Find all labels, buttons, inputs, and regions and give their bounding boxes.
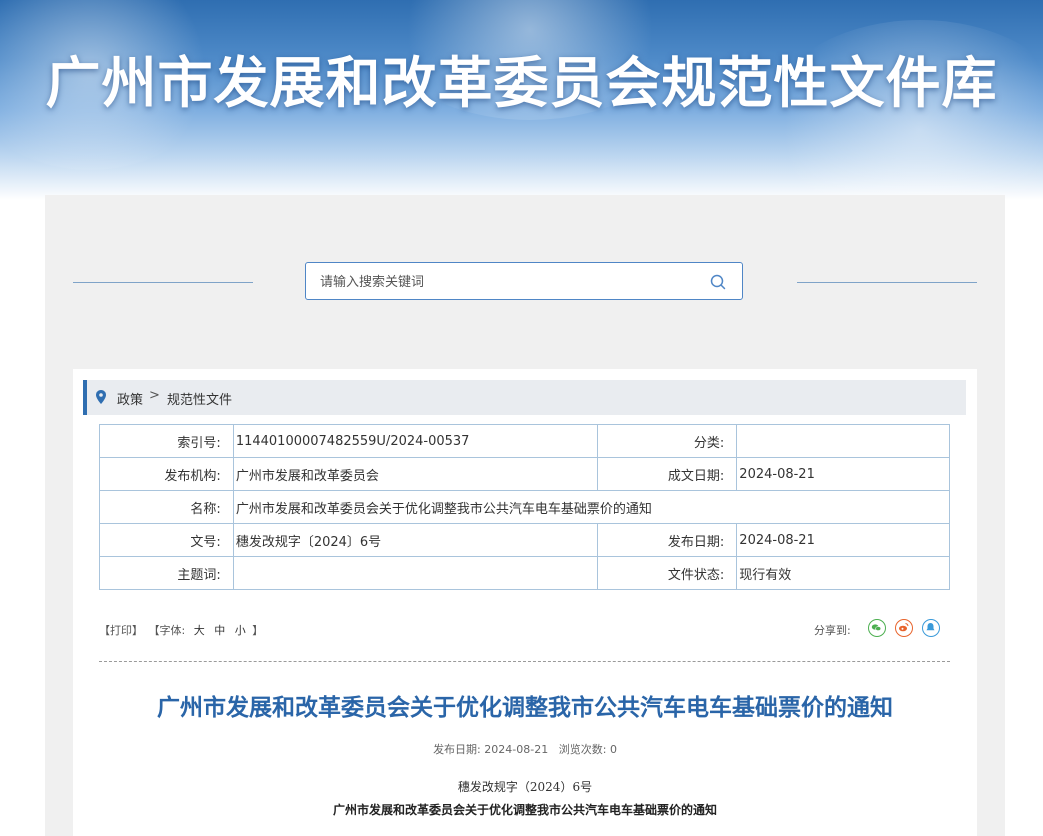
doc-number-label: 文号: <box>99 523 234 557</box>
meta-date-label: 发布日期: <box>433 743 481 756</box>
search-icon[interactable] <box>710 274 726 290</box>
issuer-label: 发布机构: <box>99 457 234 491</box>
category-value <box>736 424 950 458</box>
location-pin-icon <box>96 390 106 404</box>
subject-value <box>232 556 598 590</box>
table-row: 主题词: 文件状态: 现行有效 <box>99 556 950 590</box>
doc-number-value: 穗发改规字〔2024〕6号 <box>232 523 598 557</box>
breadcrumb-policy[interactable]: 政策 <box>117 389 143 408</box>
category-label: 分类: <box>596 424 738 458</box>
header-banner: 广州市发展和改革委员会规范性文件库 <box>0 0 1043 200</box>
share-label: 分享到: <box>814 624 851 637</box>
font-medium-link[interactable]: 中 <box>214 624 225 637</box>
table-row: 发布机构: 广州市发展和改革委员会 成文日期: 2024-08-21 <box>99 457 950 491</box>
created-date-label: 成文日期: <box>596 457 738 491</box>
document-info-table: 索引号: 11440100007482559U/2024-00537 分类: 发… <box>99 424 951 590</box>
breadcrumb: 政策 > 规范性文件 <box>83 380 966 415</box>
weibo-icon[interactable] <box>895 619 913 637</box>
print-font-tools: 【打印】 【字体: 大 中 小 】 <box>99 622 265 638</box>
font-large-link[interactable]: 大 <box>194 624 205 637</box>
index-label: 索引号: <box>99 424 234 458</box>
status-label: 文件状态: <box>596 556 738 590</box>
publish-date-label: 发布日期: <box>596 523 738 557</box>
table-row: 文号: 穗发改规字〔2024〕6号 发布日期: 2024-08-21 <box>99 523 950 557</box>
chevron-right-icon: > <box>149 388 160 403</box>
font-size-open: 【字体: <box>148 624 186 637</box>
wechat-icon[interactable] <box>868 619 886 637</box>
index-value: 11440100007482559U/2024-00537 <box>232 424 598 458</box>
search-divider-right <box>797 282 977 283</box>
qq-icon[interactable] <box>922 619 940 637</box>
document-title: 广州市发展和改革委员会关于优化调整我市公共汽车电车基础票价的通知 <box>157 695 893 721</box>
status-value: 现行有效 <box>736 556 950 590</box>
issuer-value: 广州市发展和改革委员会 <box>232 457 598 491</box>
publish-date-value: 2024-08-21 <box>736 523 950 557</box>
site-title: 广州市发展和改革委员会规范性文件库 <box>45 51 998 115</box>
table-row: 索引号: 11440100007482559U/2024-00537 分类: <box>99 424 950 458</box>
subject-label: 主题词: <box>99 556 234 590</box>
search-bar <box>305 262 743 301</box>
document-subtitle: 广州市发展和改革委员会关于优化调整我市公共汽车电车基础票价的通知 <box>332 803 717 817</box>
breadcrumb-normative-docs[interactable]: 规范性文件 <box>167 389 232 408</box>
section-divider <box>99 661 950 662</box>
name-value: 广州市发展和改革委员会关于优化调整我市公共汽车电车基础票价的通知 <box>232 490 951 524</box>
font-size-close: 】 <box>252 624 264 637</box>
table-row: 名称: 广州市发展和改革委员会关于优化调整我市公共汽车电车基础票价的通知 <box>99 490 951 524</box>
meta-date: 2024-08-21 <box>484 743 549 756</box>
meta-views: 0 <box>609 743 617 756</box>
document-number: 穗发改规字（2024）6号 <box>457 780 593 794</box>
search-divider-left <box>73 282 253 283</box>
print-link[interactable]: 【打印】 <box>99 624 143 637</box>
meta-views-label: 浏览次数: <box>558 743 607 756</box>
search-input[interactable] <box>318 263 702 301</box>
font-small-link[interactable]: 小 <box>235 624 246 637</box>
created-date-value: 2024-08-21 <box>736 457 950 491</box>
name-label: 名称: <box>99 490 234 524</box>
document-meta: 发布日期: 2024-08-21 浏览次数: 0 <box>73 741 977 757</box>
